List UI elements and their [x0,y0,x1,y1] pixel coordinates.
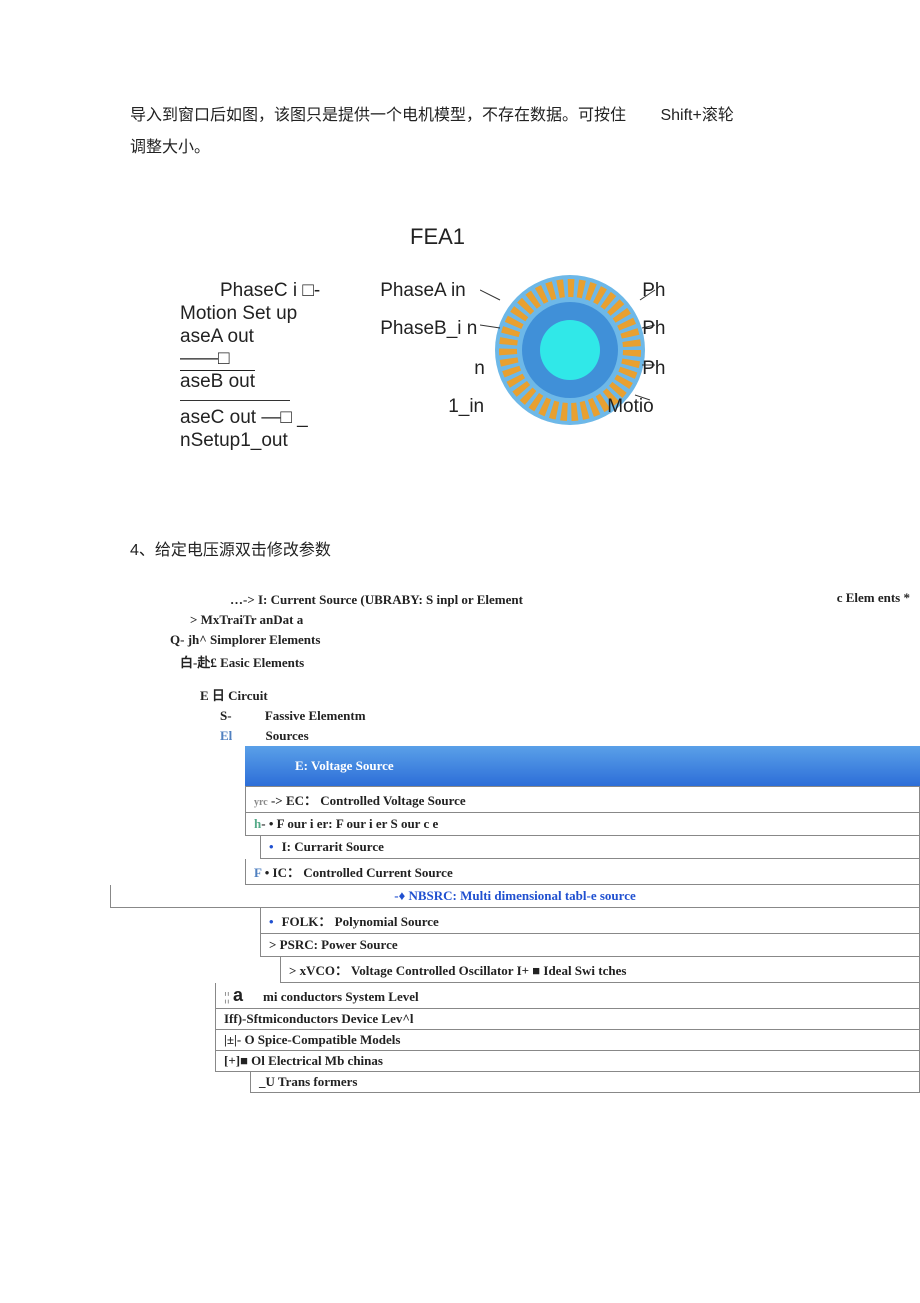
intro-shortcut: Shift+滚轮 [660,107,733,124]
source-fourier[interactable]: h- • F our i er: F our i er S our c e [245,813,920,836]
tree-basic-elements[interactable]: 白-赴£ Easic Elements [130,650,790,673]
label-ph-3: Ph [642,358,665,380]
port-nsetup1-out: nSetup1_out [180,430,320,453]
source-ic[interactable]: F • IC： Controlled Current Source [245,859,920,885]
tree-transformers[interactable]: _U Trans formers [250,1072,920,1093]
intro-text-1: 导入到窗口后如图，该图只是提供一个电机模型，不存在数据。可按住 [130,107,626,124]
source-ec-label: -> EC： Controlled Voltage Source [271,793,466,808]
port-asec-out: aseC out —□ _ [180,407,320,430]
label-n: n [474,358,485,380]
label-motio: Motio [607,396,653,418]
left-block-diagram: PhaseC i □- Motion Set up aseA out ——□ a… [180,280,320,456]
divider-line [180,400,290,401]
source-ec[interactable]: yrc -> EC： Controlled Voltage Source [245,786,920,813]
tree-sources-prefix: El [220,728,232,743]
section-4-title: 4、给定电压源双击修改参数 [130,536,790,560]
port-aseb-out: aseB out [180,371,320,394]
label-ph-2: Ph [642,318,665,340]
label-ph-1: Ph [642,280,665,302]
tree-passive[interactable]: S- Fassive Elementm [130,706,790,726]
tree-spice[interactable]: |±|- O Spice-Compatible Models [215,1030,920,1051]
tree-simplorer[interactable]: Q- jh^ Simplorer Elements [130,630,790,650]
tree-passive-prefix: S- [220,708,232,723]
tree-current-source[interactable]: …-> I: Current Source (UBRABY: S inpl or… [130,590,790,610]
tree-circuit[interactable]: E 日 Circuit [130,683,790,706]
label-phaseb-in: PhaseB_i n [380,318,477,340]
source-psrc[interactable]: > PSRC: Power Source [260,934,920,957]
source-folk-label: FOLK： Polynomial Source [282,914,439,929]
diagram-row: PhaseC i □- Motion Set up aseA out ——□ a… [130,280,790,456]
port-motion-setup: Motion Set up [180,303,320,326]
right-motor-diagram: PhaseA in PhaseB_i n n 1_in Ph Ph Ph Mot… [380,280,780,456]
source-folk[interactable]: •FOLK： Polynomial Source [260,908,920,934]
source-ic-label: • IC： Controlled Current Source [261,865,452,880]
tree-sources-label: Sources [266,728,309,743]
tree-semi-sys-label: mi conductors System Level [263,989,419,1004]
tree-semi-sys[interactable]: ¦¦ ami conductors System Level [215,983,920,1009]
motor-icon [480,270,780,450]
source-voltage-selected[interactable]: E: Voltage Source [245,746,920,786]
label-phasea-in: PhaseA in [380,280,466,302]
tree-mxtrai[interactable]: > MxTraiTr anDat a [130,610,790,630]
intro-text-2: 调整大小。 [130,139,210,156]
source-current[interactable]: •I: Currarit Source [260,836,920,859]
source-fourier-label: - • F our i er: F our i er S our c e [261,816,438,831]
source-current-label: I: Currarit Source [282,839,384,854]
tree-header-right: c Elem ents * [837,590,910,606]
tree-sources[interactable]: El Sources [130,726,790,746]
element-tree: c Elem ents * …-> I: Current Source (UBR… [130,590,790,1093]
source-xvco[interactable]: > xVCO： Voltage Controlled Oscillator I+… [280,957,920,983]
source-nbsrc[interactable]: -♦ NBSRC: Multi dimensional tabl-e sourc… [110,885,920,908]
tree-passive-label: Fassive Elementm [265,708,366,723]
port-asea-out: aseA out [180,326,320,349]
label-1-in: 1_in [448,396,484,418]
port-connector: ——□ [180,348,320,371]
fea-title: FEA1 [410,224,790,250]
port-phasec: PhaseC i □- [220,280,320,303]
intro-paragraph: 导入到窗口后如图，该图只是提供一个电机模型，不存在数据。可按住 Shift+滚轮… [130,100,790,164]
tree-electrical[interactable]: [+]■ Ol Electrical Mb chinas [215,1051,920,1072]
tree-semi-dev[interactable]: Iff)-Sftmiconductors Device Lev^l [215,1009,920,1030]
